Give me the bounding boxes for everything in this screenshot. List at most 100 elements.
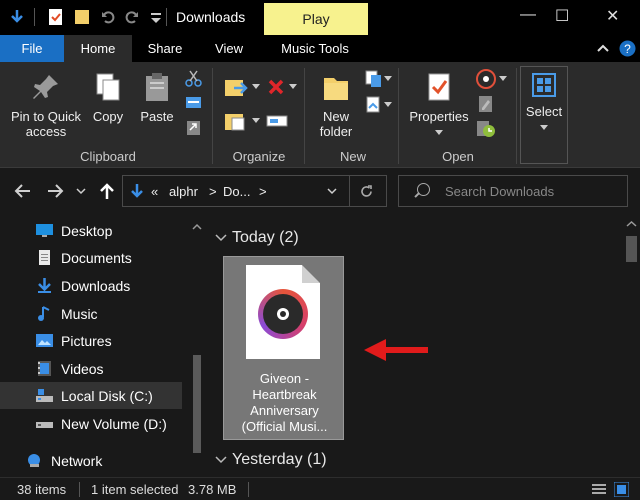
select-button[interactable]: Select	[520, 66, 568, 164]
close-button[interactable]: ✕	[606, 6, 619, 26]
help-icon[interactable]: ?	[619, 40, 636, 57]
sidebar-item-new-volume[interactable]: New Volume (D:)	[0, 410, 200, 437]
delete-icon[interactable]	[267, 78, 285, 96]
group-divider	[304, 68, 305, 164]
properties-check-icon[interactable]	[48, 8, 64, 26]
selection-size: 3.78 MB	[188, 482, 237, 497]
easy-access-icon[interactable]	[364, 96, 382, 114]
cut-icon[interactable]	[185, 70, 202, 87]
sidebar-item-local-disk[interactable]: Local Disk (C:)	[0, 382, 182, 409]
paste-icon	[146, 73, 168, 101]
new-folder-icon[interactable]	[74, 8, 90, 26]
scroll-up-arrow-icon[interactable]	[192, 223, 202, 231]
customize-toolbar-icon[interactable]	[148, 8, 164, 26]
paste-shortcut-icon[interactable]	[185, 119, 202, 136]
search-box[interactable]: Search Downloads	[398, 175, 628, 207]
new-folder-button[interactable]: New folder	[310, 72, 362, 139]
scrollbar-thumb[interactable]	[626, 236, 637, 262]
chevron-down-icon	[215, 456, 227, 464]
tab-home[interactable]: Home	[64, 35, 132, 62]
copy-to-icon[interactable]	[224, 110, 250, 134]
content-scrollbar[interactable]	[623, 214, 640, 477]
dropdown-arrow-icon[interactable]	[499, 76, 507, 82]
move-to-icon[interactable]	[224, 76, 250, 100]
drive-icon	[36, 389, 53, 402]
chevron-up-icon[interactable]	[596, 42, 610, 54]
dropdown-arrow-icon[interactable]	[384, 102, 392, 108]
breadcrumb-separator[interactable]: >	[209, 184, 217, 199]
breadcrumb-separator[interactable]: >	[259, 184, 267, 199]
dropdown-arrow-icon[interactable]	[289, 84, 297, 90]
dropdown-arrow-icon[interactable]	[252, 84, 260, 90]
copy-path-icon[interactable]	[185, 95, 202, 110]
sidebar-item-pictures[interactable]: Pictures	[0, 327, 200, 354]
sidebar-item-downloads[interactable]: Downloads	[0, 272, 200, 299]
group-label-clipboard: Clipboard	[80, 149, 136, 164]
chevron-down-icon	[215, 234, 227, 242]
history-icon[interactable]	[476, 120, 496, 138]
pin-icon	[33, 75, 58, 99]
pin-label-line2: access	[25, 124, 67, 139]
group-title: Today (2)	[232, 229, 299, 246]
group-header-today[interactable]: Today (2)	[215, 229, 299, 247]
title-divider	[34, 8, 35, 26]
minimize-button[interactable]: —	[520, 6, 536, 24]
copy-button[interactable]: Copy	[88, 72, 128, 124]
tab-file[interactable]: File	[0, 35, 64, 62]
sidebar-item-label: Network	[51, 453, 103, 469]
file-name-line2: Heartbreak	[252, 387, 317, 402]
search-icon	[417, 183, 430, 196]
ribbon-tabs: File Home Share View Music Tools ?	[0, 35, 640, 62]
edit-icon[interactable]	[478, 95, 494, 113]
sidebar-item-documents[interactable]: Documents	[0, 244, 200, 271]
network-icon	[28, 454, 40, 467]
address-overflow[interactable]: «	[151, 184, 158, 199]
up-arrow-icon[interactable]	[98, 182, 116, 200]
group-label-open: Open	[442, 149, 474, 164]
tab-share[interactable]: Share	[140, 35, 190, 62]
sidebar-item-network[interactable]: Network	[0, 447, 190, 474]
forward-arrow-icon[interactable]	[46, 183, 64, 199]
file-item-giveon[interactable]: Giveon - Heartbreak Anniversary (Officia…	[223, 256, 344, 440]
details-view-icon[interactable]	[592, 483, 606, 496]
open-with-icon[interactable]	[476, 69, 496, 89]
tab-view[interactable]: View	[206, 35, 252, 62]
dropdown-arrow-icon[interactable]	[252, 118, 260, 124]
refresh-icon[interactable]	[359, 184, 374, 199]
tab-play[interactable]: Play	[264, 3, 368, 35]
sidebar-item-music[interactable]: Music	[0, 300, 200, 327]
select-all-icon	[532, 73, 556, 97]
group-title: Yesterday (1)	[232, 451, 327, 468]
group-header-yesterday[interactable]: Yesterday (1)	[215, 451, 327, 469]
sidebar-item-label: Pictures	[61, 333, 112, 349]
back-arrow-icon[interactable]	[14, 183, 32, 199]
paste-button[interactable]: Paste	[136, 72, 178, 124]
scroll-up-arrow-icon[interactable]	[626, 220, 637, 228]
large-icons-view-icon[interactable]	[614, 482, 629, 497]
recent-locations-icon[interactable]	[76, 187, 86, 195]
down-arrow-icon[interactable]	[9, 8, 25, 26]
chevron-down-icon[interactable]	[327, 187, 337, 195]
scrollbar-thumb[interactable]	[193, 355, 201, 453]
sidebar-scrollbar[interactable]	[192, 215, 202, 477]
tab-music-tools[interactable]: Music Tools	[272, 35, 358, 62]
rename-icon[interactable]	[266, 110, 288, 132]
address-bar[interactable]: « alphr > Do... >	[122, 175, 387, 207]
redo-icon[interactable]	[124, 8, 140, 26]
sidebar-item-videos[interactable]: Videos	[0, 355, 200, 382]
title-bar: Downloads Play — ☐ ✕	[0, 0, 640, 35]
downloads-icon	[38, 278, 51, 293]
breadcrumb-alphr[interactable]: alphr	[169, 184, 198, 199]
sidebar-item-desktop[interactable]: Desktop	[0, 217, 200, 244]
file-name-line4: (Official Musi...	[241, 419, 328, 434]
undo-icon[interactable]	[100, 8, 116, 26]
dropdown-arrow-icon[interactable]	[384, 76, 392, 82]
pin-to-quick-access-button[interactable]: Pin to Quick access	[6, 72, 86, 139]
annotation-arrow-icon	[364, 339, 428, 361]
sidebar-item-label: Videos	[61, 361, 104, 377]
new-item-icon[interactable]	[364, 70, 382, 88]
maximize-button[interactable]: ☐	[555, 6, 569, 26]
properties-button[interactable]: Properties	[406, 72, 472, 139]
ribbon: Pin to Quick access Copy Paste Clipboard…	[0, 62, 640, 168]
breadcrumb-downloads[interactable]: Do...	[223, 184, 250, 199]
